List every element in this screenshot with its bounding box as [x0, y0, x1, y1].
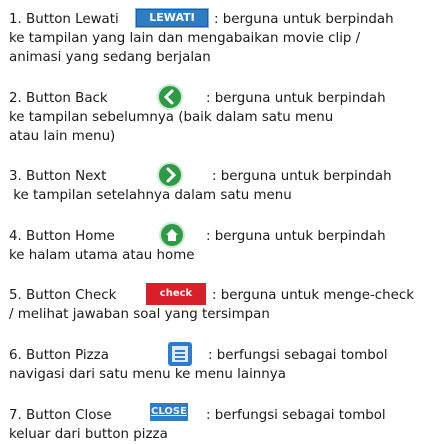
- item-label: 4. Button Home: [9, 229, 115, 244]
- item-check: 5. Button Check check : berguna untuk me…: [9, 283, 421, 324]
- back-arrow-icon[interactable]: [157, 84, 183, 110]
- item-desc: : berguna untuk menge-check: [212, 288, 414, 303]
- item-back: 2. Button Back : berguna untuk berpindah…: [9, 84, 421, 146]
- item-lewati: 1. Button Lewati LEWATI : berguna untuk …: [9, 8, 421, 67]
- item-label: 3. Button Next: [9, 169, 107, 184]
- check-button[interactable]: check: [146, 283, 206, 305]
- item-home: 4. Button Home : berguna untuk berpindah…: [9, 222, 421, 265]
- pizza-menu-icon[interactable]: [168, 342, 192, 366]
- item-pizza: 6. Button Pizza : berfungsi sebagai tomb…: [9, 342, 421, 384]
- item-desc: atau lain menu): [9, 129, 116, 144]
- item-desc: ke tampilan yang lain dan mengabaikan mo…: [9, 31, 361, 46]
- item-label: 6. Button Pizza: [9, 348, 109, 363]
- item-desc: navigasi dari satu menu ke menu lainnya: [9, 367, 286, 382]
- item-desc: : berfungsi sebagai tombol: [206, 408, 386, 423]
- pizza-icon-line: [175, 358, 185, 360]
- next-arrow-icon[interactable]: [157, 162, 183, 188]
- item-label: 2. Button Back: [9, 91, 108, 106]
- item-desc: : berguna untuk berpindah: [206, 229, 386, 244]
- item-desc: animasi yang sedang berjalan: [9, 50, 211, 65]
- item-desc: keluar dari button pizza: [9, 427, 168, 442]
- item-desc: : berfungsi sebagai tombol: [208, 348, 388, 363]
- item-desc: ke tampilan setelahnya dalam satu menu: [9, 188, 292, 203]
- item-label: 7. Button Close: [9, 408, 112, 423]
- close-button[interactable]: CLOSE: [150, 403, 188, 421]
- item-label: 5. Button Check: [9, 288, 117, 303]
- item-label: 1. Button Lewati: [9, 12, 119, 27]
- item-desc: ke halam utama atau home: [9, 248, 195, 263]
- item-desc: : berguna untuk berpindah: [214, 12, 394, 27]
- home-icon[interactable]: [159, 222, 185, 248]
- item-next: 3. Button Next : berguna untuk berpindah…: [9, 162, 421, 205]
- pizza-icon-line: [175, 350, 185, 352]
- pizza-icon-line: [175, 354, 185, 356]
- item-desc: ke tampilan sebelumnya (baik dalam satu …: [9, 110, 334, 125]
- lewati-button[interactable]: LEWATI: [135, 8, 209, 28]
- item-desc: : berguna untuk berpindah: [212, 169, 392, 184]
- item-close: 7. Button Close CLOSE : berfungsi sebaga…: [9, 403, 421, 444]
- item-desc: / melihat jawaban soal yang tersimpan: [9, 307, 270, 322]
- item-desc: : berguna untuk berpindah: [206, 91, 386, 106]
